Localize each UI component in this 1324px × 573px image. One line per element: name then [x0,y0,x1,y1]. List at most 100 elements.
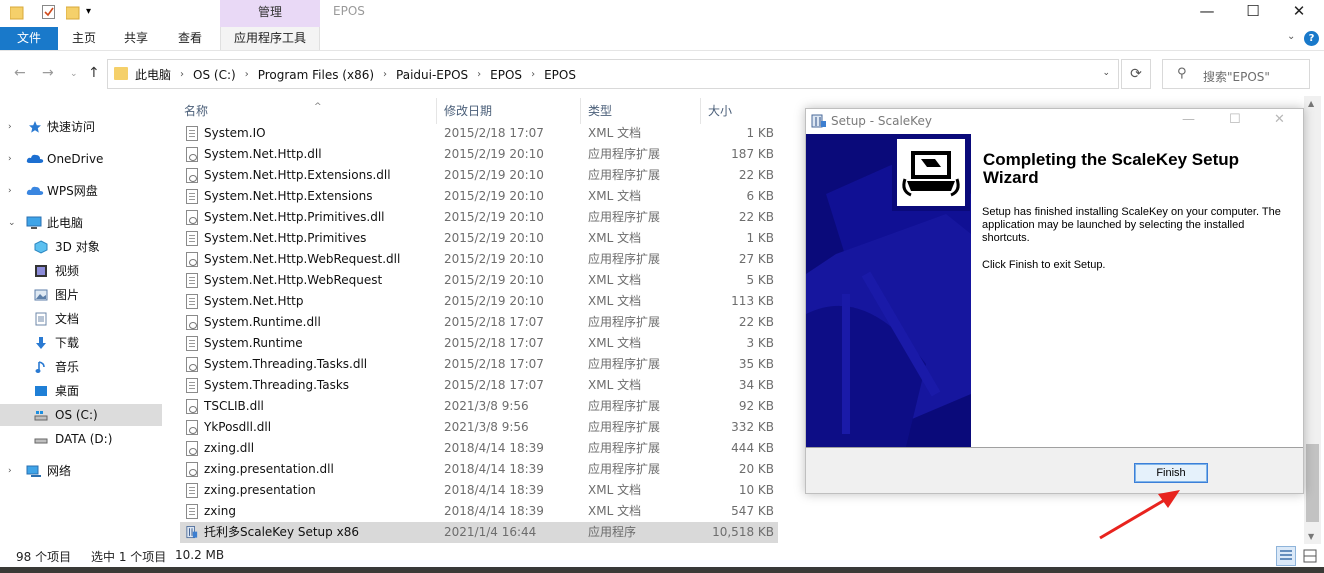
tab-home[interactable]: 主页 [62,27,106,50]
chevron-down-icon[interactable]: ⌄ [1102,68,1110,78]
sidebar-item-videos[interactable]: 视频 [0,260,162,282]
table-row[interactable]: System.Net.Http 2015/2/19 20:10 XML 文档 113 … [180,291,778,312]
sidebar-item-os-c[interactable]: OS (C:) [0,404,162,426]
minimize-button[interactable]: — [1184,0,1230,24]
sidebar-item-network[interactable]: › 网络 [0,460,162,482]
dll-file-icon [186,315,198,330]
table-row[interactable]: System.Threading.Tasks.dll 2015/2/18 17:0… [180,354,778,375]
sidebar-item-3d-objects[interactable]: 3D 对象 [0,236,162,258]
file-name: System.Net.Http.WebRequest [204,273,383,287]
table-row[interactable]: zxing 2018/4/14 18:39 XML 文档 547 KB [180,501,778,522]
column-header-type[interactable]: 类型 [588,96,700,124]
maximize-button[interactable]: ☐ [1230,0,1276,24]
chevron-right-icon[interactable]: › [8,180,12,202]
help-icon[interactable]: ? [1304,31,1319,46]
up-arrow-icon[interactable]: ↑ [88,65,100,81]
chevron-right-icon[interactable]: › [8,148,12,170]
column-header-size[interactable]: 大小 [708,96,778,124]
properties-icon[interactable] [42,4,56,20]
table-row[interactable]: System.Net.Http.Primitives 2015/2/19 20:1… [180,228,778,249]
dialog-maximize-button[interactable]: ☐ [1229,112,1241,127]
chevron-right-icon[interactable]: › [245,69,249,80]
breadcrumb-this-pc[interactable]: 此电脑 [135,66,171,83]
refresh-button[interactable]: ⟳ [1121,59,1151,89]
chevron-right-icon[interactable]: › [8,460,12,482]
tab-file[interactable]: 文件 [0,27,58,50]
column-divider[interactable] [580,98,581,124]
breadcrumb-os-c[interactable]: OS (C:) [193,68,236,82]
file-name: System.Net.Http.WebRequest.dll [204,252,401,266]
details-view-button[interactable] [1276,546,1296,566]
file-size: 34 KB [738,378,774,392]
table-row[interactable]: zxing.presentation.dll 2018/4/14 18:39 应用程… [180,459,778,480]
sidebar-item-music[interactable]: 音乐 [0,356,162,378]
close-button[interactable]: ✕ [1276,0,1322,24]
chevron-right-icon[interactable]: › [8,116,12,138]
breadcrumb-paidui-epos[interactable]: Paidui-EPOS [396,68,468,82]
finish-button[interactable]: Finish [1134,463,1208,483]
recent-locations-icon[interactable]: ⌄ [70,69,78,79]
column-divider[interactable] [436,98,437,124]
new-folder-icon[interactable] [66,4,80,20]
table-row[interactable]: 托利多ScaleKey Setup x86 2021/1/4 16:44 应用程序 1… [180,522,778,543]
table-row[interactable]: System.Threading.Tasks 2015/2/18 17:07 XML… [180,375,778,396]
dialog-minimize-button[interactable]: — [1182,112,1195,127]
table-row[interactable]: System.Runtime 2015/2/18 17:07 XML 文档 3 KB [180,333,778,354]
table-row[interactable]: System.Net.Http.WebRequest.dll 2015/2/19 … [180,249,778,270]
breadcrumb-epos-1[interactable]: EPOS [490,68,522,82]
navigation-pane: › 快速访问 › OneDrive › WPS网盘 ⌄ 此电脑 3D 对象 视频 [0,96,162,544]
tab-view[interactable]: 查看 [168,27,212,50]
chevron-right-icon[interactable]: › [477,69,481,80]
expand-ribbon-icon[interactable]: ⌄ [1287,31,1295,42]
sidebar-item-quick-access[interactable]: › 快速访问 [0,116,162,138]
table-row[interactable]: System.Runtime.dll 2015/2/18 17:07 应用程序扩展 2… [180,312,778,333]
dll-file-icon [186,420,198,435]
chevron-right-icon[interactable]: › [383,69,387,80]
table-row[interactable]: System.Net.Http.Extensions.dll 2015/2/19 … [180,165,778,186]
sidebar-item-onedrive[interactable]: › OneDrive [0,148,162,170]
back-arrow-icon[interactable]: ← [14,65,26,81]
breadcrumb-program-files[interactable]: Program Files (x86) [258,68,374,82]
search-input[interactable]: ⚲ 搜索"EPOS" [1162,59,1310,89]
table-row[interactable]: System.IO 2015/2/18 17:07 XML 文档 1 KB [180,123,778,144]
file-date: 2021/1/4 16:44 [444,525,537,539]
sidebar-item-documents[interactable]: 文档 [0,308,162,330]
forward-arrow-icon[interactable]: → [42,65,54,81]
chevron-down-icon[interactable]: ⌄ [8,212,16,234]
sidebar-item-wps[interactable]: › WPS网盘 [0,180,162,202]
scroll-up-icon[interactable]: ▲ [1308,99,1314,108]
table-row[interactable]: System.Net.Http.Primitives.dll 2015/2/19 … [180,207,778,228]
dialog-close-button[interactable]: ✕ [1274,112,1285,127]
chevron-right-icon[interactable]: › [180,69,184,80]
folder-icon[interactable] [10,4,24,20]
table-row[interactable]: zxing.dll 2018/4/14 18:39 应用程序扩展 444 KB [180,438,778,459]
scrollbar-thumb[interactable] [1306,444,1319,522]
vertical-scrollbar[interactable]: ▲ ▼ [1304,96,1321,544]
tab-share[interactable]: 共享 [114,27,158,50]
tab-application-tools[interactable]: 应用程序工具 [220,27,320,50]
column-divider[interactable] [700,98,701,124]
manage-contextual-tab[interactable]: 管理 [220,0,320,27]
sidebar-item-desktop[interactable]: 桌面 [0,380,162,402]
column-header-date[interactable]: 修改日期 [444,96,580,124]
breadcrumb-epos-2[interactable]: EPOS [544,68,576,82]
table-row[interactable]: System.Net.Http.WebRequest 2015/2/19 20:1… [180,270,778,291]
file-size: 444 KB [731,441,774,455]
sidebar-item-this-pc[interactable]: ⌄ 此电脑 [0,212,162,234]
file-date: 2015/2/19 20:10 [444,189,544,203]
sidebar-item-downloads[interactable]: 下载 [0,332,162,354]
table-row[interactable]: YkPosdll.dll 2021/3/8 9:56 应用程序扩展 332 KB [180,417,778,438]
sidebar-item-pictures[interactable]: 图片 [0,284,162,306]
file-name: System.Threading.Tasks.dll [204,357,368,371]
table-row[interactable]: System.Net.Http.dll 2015/2/19 20:10 应用程序扩展… [180,144,778,165]
chevron-right-icon[interactable]: › [531,69,535,80]
table-row[interactable]: zxing.presentation 2018/4/14 18:39 XML 文档 1… [180,480,778,501]
quick-access-dropdown-icon[interactable]: ▾ [86,6,100,22]
address-bar[interactable]: 此电脑 › OS (C:) › Program Files (x86) › Paidu… [107,59,1119,89]
table-row[interactable]: TSCLIB.dll 2021/3/8 9:56 应用程序扩展 92 KB [180,396,778,417]
scroll-down-icon[interactable]: ▼ [1308,532,1314,541]
column-header-name[interactable]: 名称 ^ [184,96,444,124]
sidebar-item-data-d[interactable]: DATA (D:) [0,428,162,450]
large-icons-view-button[interactable] [1300,546,1320,566]
table-row[interactable]: System.Net.Http.Extensions 2015/2/19 20:1… [180,186,778,207]
